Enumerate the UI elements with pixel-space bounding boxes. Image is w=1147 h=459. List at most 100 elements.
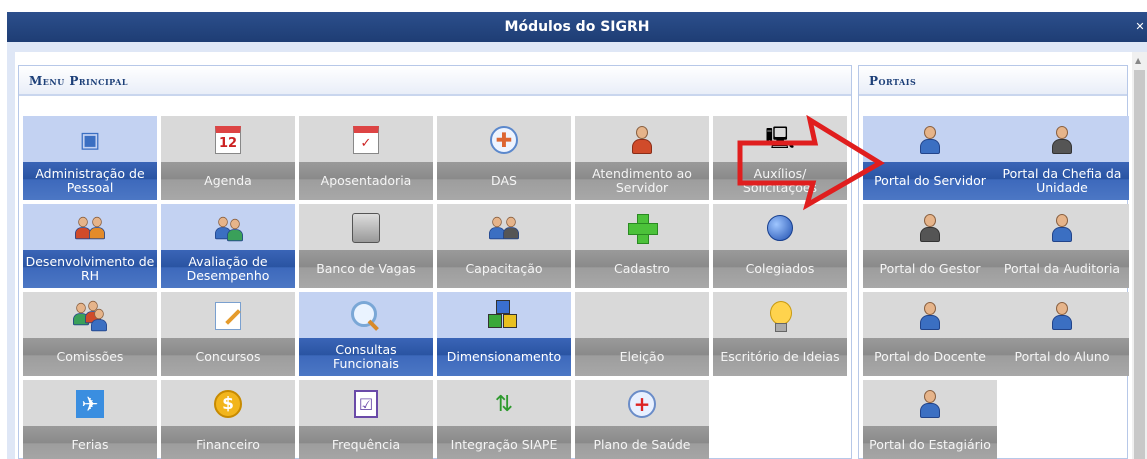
- menu-principal-header: Menu Principal: [19, 66, 851, 96]
- menu-tile-capacitacao[interactable]: Capacitação: [437, 204, 571, 288]
- tile-label: Banco de Vagas: [299, 250, 433, 288]
- tile-label: Aposentadoria: [299, 162, 433, 200]
- portais-header: Portais: [859, 66, 1127, 96]
- menu-tile-cadastro[interactable]: Cadastro: [575, 204, 709, 288]
- menu-tile-financeiro[interactable]: $ Financeiro: [161, 380, 295, 459]
- tile-label: Integração SIAPE: [437, 426, 571, 459]
- menu-tile-colegiados[interactable]: Colegiados: [713, 204, 847, 288]
- checklist-icon: ☑: [299, 384, 433, 424]
- menu-principal-panel: Menu Principal ▣ Administração de Pessoal…: [18, 65, 852, 459]
- magnifier-icon: [299, 296, 433, 336]
- portais-title: Portais: [869, 74, 917, 88]
- tile-label: Portal da Chefia da Unidade: [995, 162, 1129, 200]
- tile-label: Colegiados: [713, 250, 847, 288]
- pencil-document-icon: [161, 296, 295, 336]
- portal-tile-portal-da-auditoria[interactable]: Portal da Auditoria: [995, 204, 1129, 288]
- lightbulb-icon: [713, 296, 847, 336]
- tile-label: Portal do Estagiário: [863, 426, 997, 459]
- globe-icon: [713, 208, 847, 248]
- tile-label: Plano de Saúde: [575, 426, 709, 459]
- menu-tile-consultas-funcionais[interactable]: Consultas Funcionais: [299, 292, 433, 376]
- tile-label: Portal do Aluno: [995, 338, 1129, 376]
- menu-tile-plano-de-saude[interactable]: + Plano de Saúde: [575, 380, 709, 459]
- top-strip: [0, 0, 1147, 12]
- tile-label: Agenda: [161, 162, 295, 200]
- menu-tile-ferias[interactable]: ✈ Ferias: [23, 380, 157, 459]
- plus-icon: [575, 208, 709, 248]
- menu-tile-atendimento-ao-servidor[interactable]: Atendimento ao Servidor: [575, 116, 709, 200]
- docente-icon: [863, 296, 997, 336]
- airplane-icon: ✈: [23, 384, 157, 424]
- tile-label: Portal do Docente: [863, 338, 997, 376]
- people-icon: [23, 208, 157, 248]
- servidor-icon: [863, 120, 997, 160]
- database-icon: [299, 208, 433, 248]
- menu-tile-banco-de-vagas[interactable]: Banco de Vagas: [299, 204, 433, 288]
- das-icon: ✚: [437, 120, 571, 160]
- menu-tile-agenda[interactable]: 12 Agenda: [161, 116, 295, 200]
- tile-label: Eleição: [575, 338, 709, 376]
- tile-label: Avaliação de Desempenho: [161, 250, 295, 288]
- portal-tile-portal-do-docente[interactable]: Portal do Docente: [863, 292, 997, 376]
- menu-tile-frequencia[interactable]: ☑ Frequência: [299, 380, 433, 459]
- menu-tile-escritorio-de-ideias[interactable]: Escritório de Ideias: [713, 292, 847, 376]
- menu-tile-auxilios-solicitacoes[interactable]: 🖳 Auxílios/ Solicitações: [713, 116, 847, 200]
- health-cross-icon: +: [575, 384, 709, 424]
- sync-arrows-icon: ⇅: [494, 391, 514, 417]
- scroll-up-arrow-icon[interactable]: ▲: [1135, 56, 1141, 65]
- aluno-icon: [995, 296, 1129, 336]
- tile-label: Escritório de Ideias: [713, 338, 847, 376]
- tile-label: Dimensionamento: [437, 338, 571, 376]
- tile-label: Portal do Servidor: [863, 162, 997, 200]
- calendar-icon: 12: [161, 120, 295, 160]
- tile-label: Desenvolvimento de RH: [23, 250, 157, 288]
- calendar-check-icon: ✓: [299, 120, 433, 160]
- tile-label: Financeiro: [161, 426, 295, 459]
- menu-tile-integracao-siape[interactable]: ⇅ Integração SIAPE: [437, 380, 571, 459]
- tile-label: Capacitação: [437, 250, 571, 288]
- menu-tile-desenvolvimento-de-rh[interactable]: Desenvolvimento de RH: [23, 204, 157, 288]
- window-title: Módulos do SIGRH: [504, 19, 650, 35]
- menu-tile-concursos[interactable]: Concursos: [161, 292, 295, 376]
- tile-label: DAS: [437, 162, 571, 200]
- admin-pessoal-icon: ▣: [79, 127, 101, 153]
- tile-label: Auxílios/ Solicitações: [713, 162, 847, 200]
- menu-tile-administracao-de-pessoal[interactable]: ▣ Administração de Pessoal: [23, 116, 157, 200]
- window-titlebar: Módulos do SIGRH ✕: [7, 12, 1147, 42]
- portal-tile-portal-do-servidor[interactable]: Portal do Servidor: [863, 116, 997, 200]
- tile-label: Ferias: [23, 426, 157, 459]
- menu-tile-avaliacao-de-desempenho[interactable]: Avaliação de Desempenho: [161, 204, 295, 288]
- tile-label: Concursos: [161, 338, 295, 376]
- group-icon: [23, 296, 157, 336]
- tile-label: Frequência: [299, 426, 433, 459]
- coin-icon: $: [161, 384, 295, 424]
- scrollbar-thumb[interactable]: [1134, 70, 1145, 459]
- close-icon[interactable]: ✕: [1135, 12, 1145, 42]
- gestor-icon: [863, 208, 997, 248]
- computer-request-icon: 🖳: [765, 126, 795, 151]
- portal-tile-portal-do-gestor[interactable]: Portal do Gestor: [863, 204, 997, 288]
- menu-tile-dimensionamento[interactable]: Dimensionamento: [437, 292, 571, 376]
- tile-label: Cadastro: [575, 250, 709, 288]
- tile-label: Atendimento ao Servidor: [575, 162, 709, 200]
- evaluation-icon: [161, 208, 295, 248]
- support-agent-icon: [575, 120, 709, 160]
- cubes-icon: [437, 296, 571, 336]
- portal-tile-portal-da-chefia-da-unidade[interactable]: Portal da Chefia da Unidade: [995, 116, 1129, 200]
- menu-tile-comissoes[interactable]: Comissões: [23, 292, 157, 376]
- menu-tile-eleicao[interactable]: Eleição: [575, 292, 709, 376]
- tile-label: Consultas Funcionais: [299, 338, 433, 376]
- vertical-scrollbar[interactable]: ▲: [1132, 52, 1147, 459]
- auditoria-icon: [995, 208, 1129, 248]
- tile-label: Portal da Auditoria: [995, 250, 1129, 288]
- portal-tile-portal-do-estagiario[interactable]: Portal do Estagiário: [863, 380, 997, 459]
- tile-label: Comissões: [23, 338, 157, 376]
- menu-tile-aposentadoria[interactable]: ✓ Aposentadoria: [299, 116, 433, 200]
- estagiario-icon: [863, 384, 997, 424]
- menu-principal-title: Menu Principal: [29, 74, 128, 88]
- menu-tile-das[interactable]: ✚ DAS: [437, 116, 571, 200]
- portal-tile-portal-do-aluno[interactable]: Portal do Aluno: [995, 292, 1129, 376]
- chefia-icon: [995, 120, 1129, 160]
- training-icon: [437, 208, 571, 248]
- tile-icon-placeholder: [575, 296, 709, 336]
